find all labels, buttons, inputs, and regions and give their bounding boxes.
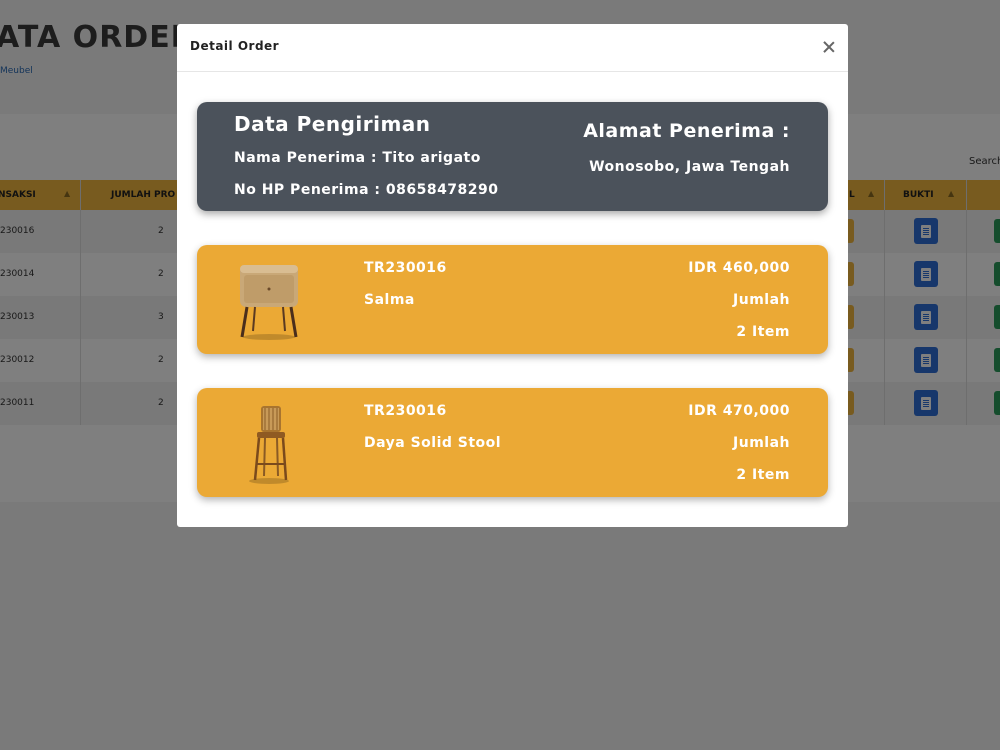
shipping-heading: Data Pengiriman bbox=[234, 112, 431, 136]
shipping-card: Data Pengiriman Nama Penerima : Tito ari… bbox=[197, 102, 828, 211]
bar-stool-image bbox=[249, 406, 289, 484]
modal-title: Detail Order bbox=[190, 39, 280, 53]
item-code: TR230016 bbox=[364, 260, 447, 276]
close-icon[interactable] bbox=[820, 38, 838, 56]
item-quantity-label: Jumlah bbox=[733, 292, 790, 308]
order-item-card: TR230016 Salma IDR 460,000 Jumlah 2 Item bbox=[197, 245, 828, 354]
item-name: Daya Solid Stool bbox=[364, 435, 502, 451]
nightstand-image bbox=[240, 265, 298, 340]
address-value: Wonosobo, Jawa Tengah bbox=[589, 159, 790, 175]
item-price: IDR 470,000 bbox=[688, 403, 790, 419]
item-quantity: 2 Item bbox=[736, 467, 790, 483]
item-quantity-label: Jumlah bbox=[733, 435, 790, 451]
modal-header: Detail Order bbox=[177, 24, 848, 72]
item-price: IDR 460,000 bbox=[688, 260, 790, 276]
order-detail-modal: Detail Order Data Pengiriman Nama Peneri… bbox=[177, 24, 848, 527]
item-name: Salma bbox=[364, 292, 415, 308]
recipient-name: Nama Penerima : Tito arigato bbox=[234, 150, 481, 166]
item-code: TR230016 bbox=[364, 403, 447, 419]
item-quantity: 2 Item bbox=[736, 324, 790, 340]
address-heading: Alamat Penerima : bbox=[583, 120, 790, 142]
recipient-phone: No HP Penerima : 08658478290 bbox=[234, 182, 499, 198]
order-item-card: TR230016 Daya Solid Stool IDR 470,000 Ju… bbox=[197, 388, 828, 497]
